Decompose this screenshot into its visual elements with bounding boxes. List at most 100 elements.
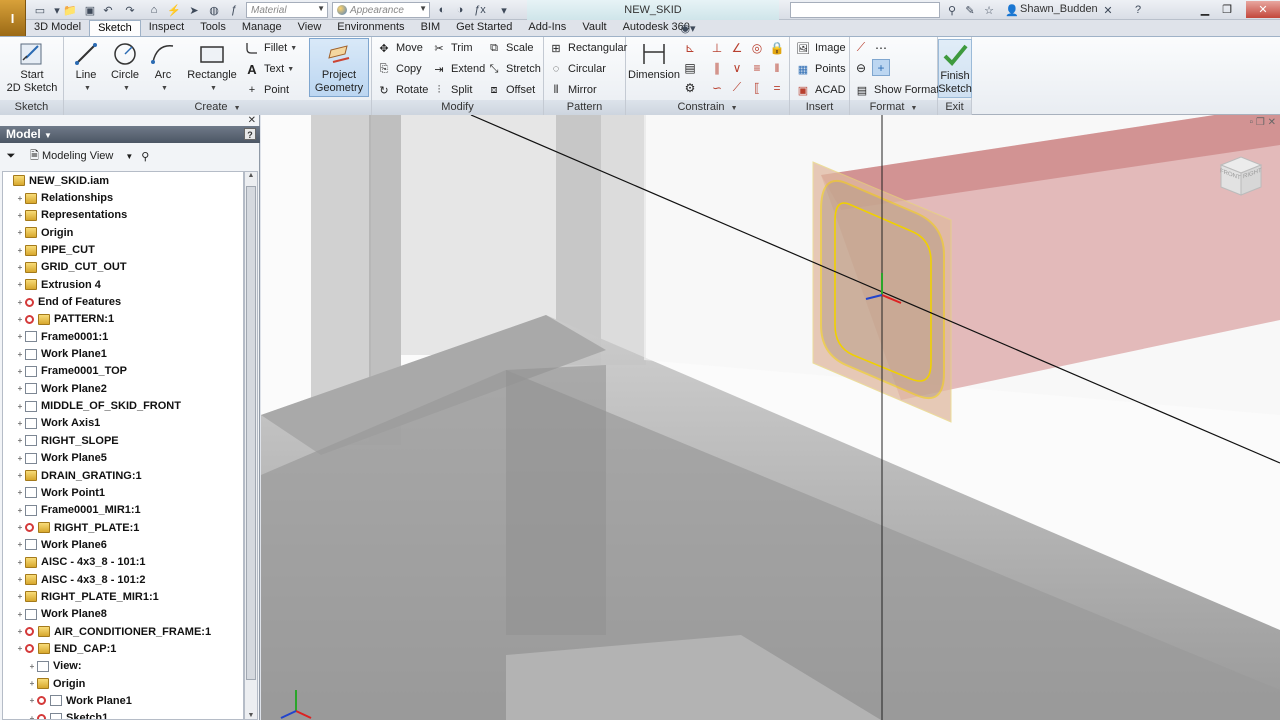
tree-item[interactable]: + Work Plane2	[3, 380, 243, 397]
user-icon[interactable]: 👤	[1004, 2, 1020, 18]
expand-icon[interactable]: +	[15, 592, 25, 601]
fix-icon[interactable]: 🔒	[768, 39, 786, 56]
project-geometry-button[interactable]: Project Geometry	[309, 38, 369, 97]
create-panel-title[interactable]: Create ▼	[64, 100, 371, 115]
open-folder-icon[interactable]: 📁	[62, 2, 78, 18]
close-icon[interactable]: ✕	[248, 115, 256, 126]
coincident-icon[interactable]: ⟋	[728, 79, 746, 96]
expand-icon[interactable]: +	[15, 350, 25, 359]
ribbon-display-toggle-icon[interactable]: ◉▾	[680, 20, 696, 36]
save-icon[interactable]: ▣	[82, 2, 98, 18]
tree-item[interactable]: + DRAIN_GRATING:1	[3, 467, 243, 484]
tree-item[interactable]: + RIGHT_SLOPE	[3, 432, 243, 449]
tree-item[interactable]: + Frame0001_MIR1:1	[3, 502, 243, 519]
clear-appearance-icon[interactable]: ◐	[434, 2, 450, 18]
expand-icon[interactable]: +	[15, 402, 25, 411]
expand-icon[interactable]: +	[15, 211, 25, 220]
scroll-down-arrow-icon[interactable]: ▼	[245, 712, 257, 719]
username[interactable]: Shawn_Budden	[1020, 3, 1098, 15]
redo-icon[interactable]: ↷	[122, 2, 138, 18]
tree-item[interactable]: + Work Plane5	[3, 450, 243, 467]
circle-button[interactable]: Circle ▼	[106, 39, 144, 95]
scroll-up-arrow-icon[interactable]: ▲	[245, 172, 257, 179]
browser-header[interactable]: Model ▼ ?	[0, 126, 260, 143]
tree-item[interactable]: + Frame0001_TOP	[3, 363, 243, 380]
favorites-star-icon[interactable]: ☆	[981, 2, 997, 18]
tree-item[interactable]: + PATTERN:1	[3, 311, 243, 328]
tree-item[interactable]: + Origin	[3, 675, 243, 692]
horizontal-icon[interactable]: ≡	[748, 59, 766, 76]
model-scene[interactable]	[261, 115, 1280, 720]
expand-icon[interactable]: +	[15, 436, 25, 445]
tree-item[interactable]: + Representations	[3, 207, 243, 224]
tree-item[interactable]: + AISC - 4x3_8 - 101:1	[3, 554, 243, 571]
rectangle-button[interactable]: Rectangle ▼	[184, 39, 240, 95]
tab-3d-model[interactable]: 3D Model	[26, 20, 89, 36]
tree-item[interactable]: + PIPE_CUT	[3, 241, 243, 258]
expand-icon[interactable]: +	[15, 644, 25, 653]
acad-button[interactable]: ▣ ACAD	[795, 82, 846, 98]
expand-icon[interactable]: +	[27, 662, 37, 671]
parallel-icon[interactable]: ∥	[708, 59, 726, 76]
restore-button[interactable]: ❐	[1216, 1, 1238, 18]
application-menu-button[interactable]: I	[0, 0, 26, 36]
parallel-constraint-icon[interactable]: ∠	[728, 39, 746, 56]
exchange-icon[interactable]: ✕	[1100, 2, 1116, 18]
tree-item[interactable]: + End of Features	[3, 293, 243, 310]
expand-icon[interactable]: +	[15, 540, 25, 549]
copy-button[interactable]: ⎘ Copy	[376, 61, 422, 77]
expand-icon[interactable]: +	[15, 523, 25, 532]
split-button[interactable]: ⫶ Split	[431, 82, 473, 98]
expand-icon[interactable]: +	[15, 332, 25, 341]
quick-access-menu-icon[interactable]: ▾	[496, 2, 512, 18]
tree-scrollbar[interactable]: ▲ ▼	[244, 171, 258, 720]
expand-icon[interactable]: +	[15, 558, 25, 567]
expand-icon[interactable]: +	[27, 714, 37, 719]
center-point-icon[interactable]: ⊖	[852, 59, 870, 76]
fillet-button[interactable]: Fillet ▼	[244, 40, 297, 56]
expand-icon[interactable]: +	[15, 454, 25, 463]
tree-item[interactable]: + END_CAP:1	[3, 640, 243, 657]
tree-item[interactable]: + MIDDLE_OF_SKID_FRONT	[3, 397, 243, 414]
arc-button[interactable]: Arc ▼	[146, 39, 180, 95]
tab-vault[interactable]: Vault	[574, 20, 614, 36]
smooth-icon[interactable]: ∽	[708, 79, 726, 96]
stretch-button[interactable]: ⤡ Stretch	[486, 61, 541, 77]
tab-inspect[interactable]: Inspect	[141, 20, 192, 36]
point-button[interactable]: + Point	[244, 82, 289, 98]
move-button[interactable]: ✥ Move	[376, 40, 423, 56]
format-panel-title[interactable]: Format ▼	[850, 100, 937, 115]
expand-icon[interactable]: +	[15, 384, 25, 393]
driven-dimension-icon[interactable]: +	[872, 59, 890, 76]
fx-icon[interactable]: ƒx	[472, 2, 488, 18]
mirror-button[interactable]: ⫴ Mirror	[548, 82, 597, 98]
tree-item[interactable]: + RIGHT_PLATE_MIR1:1	[3, 588, 243, 605]
expand-icon[interactable]: +	[15, 627, 25, 636]
tab-sketch[interactable]: Sketch	[89, 20, 141, 36]
concentric-icon[interactable]: ◎	[748, 39, 766, 56]
centerline-icon[interactable]: ⋯	[872, 39, 890, 56]
tree-item[interactable]: + Frame0001:1	[3, 328, 243, 345]
construction-icon[interactable]: ⟋	[852, 39, 870, 56]
viewport-window-controls[interactable]: ▫ ❐ ✕	[1250, 117, 1276, 128]
adjust-icon[interactable]: ◑	[452, 2, 468, 18]
dimension-button[interactable]: Dimension	[628, 39, 680, 82]
tree-item[interactable]: + GRID_CUT_OUT	[3, 259, 243, 276]
image-button[interactable]: 🖼 Image	[795, 40, 846, 56]
tab-get-started[interactable]: Get Started	[448, 20, 520, 36]
filter-icon[interactable]: ⏷	[4, 150, 18, 163]
select-icon[interactable]: ➤	[186, 2, 202, 18]
vertical-icon[interactable]: ‖	[768, 59, 786, 76]
extend-button[interactable]: ⇥ Extend	[431, 61, 485, 77]
offset-button[interactable]: ⧈ Offset	[486, 82, 536, 98]
scale-button[interactable]: ⧉ Scale	[486, 40, 533, 56]
expand-icon[interactable]: +	[15, 488, 25, 497]
rectangular-pattern-button[interactable]: ⊞ Rectangular	[548, 40, 627, 56]
tab-manage[interactable]: Manage	[234, 20, 290, 36]
points-button[interactable]: ▦ Points	[795, 61, 846, 77]
rotate-button[interactable]: ↻ Rotate	[376, 82, 428, 98]
tree-item[interactable]: + Origin	[3, 224, 243, 241]
material-combo[interactable]: Material ▼	[246, 2, 328, 18]
tab-view[interactable]: View	[290, 20, 330, 36]
equal-icon[interactable]: =	[768, 79, 786, 96]
